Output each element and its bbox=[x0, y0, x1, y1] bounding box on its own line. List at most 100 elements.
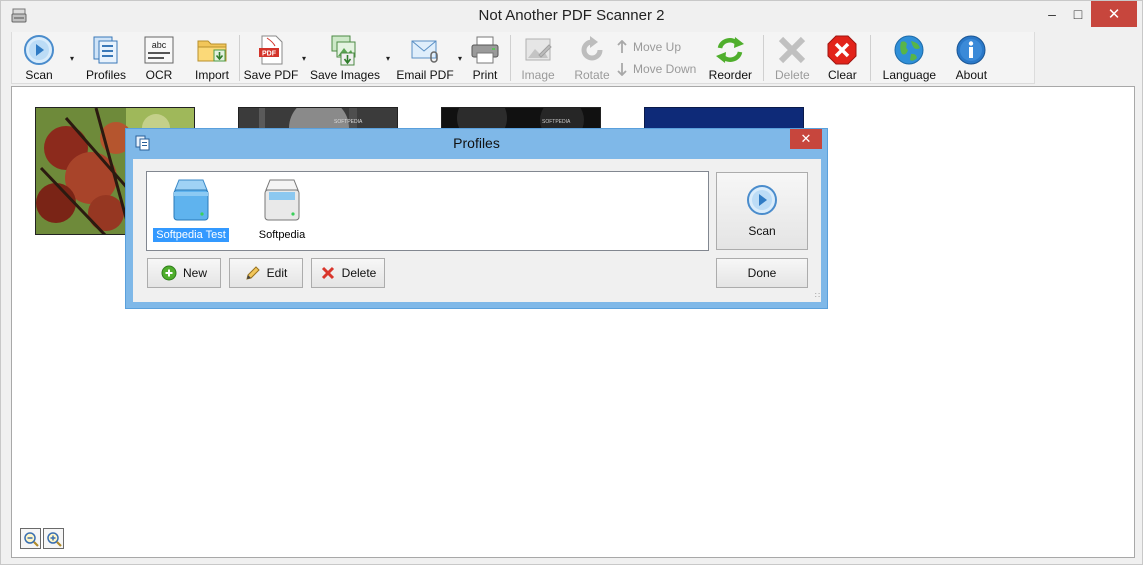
profile-item[interactable]: Softpedia Test bbox=[153, 176, 229, 242]
done-label: Done bbox=[747, 266, 777, 280]
close-button[interactable]: ✕ bbox=[1091, 1, 1137, 27]
language-button[interactable]: Language bbox=[879, 32, 939, 84]
image-label: Image bbox=[521, 68, 555, 82]
profile-label: Softpedia bbox=[258, 229, 306, 241]
save-pdf-dropdown-arrow-icon[interactable]: ▾ bbox=[302, 54, 306, 63]
scan-play-icon bbox=[24, 35, 54, 65]
ocr-icon: abc bbox=[144, 36, 174, 64]
zoom-out-button[interactable] bbox=[20, 528, 41, 549]
arrow-up-icon bbox=[617, 40, 627, 53]
print-button[interactable]: Print bbox=[468, 32, 502, 84]
move-up-label: Move Up bbox=[633, 40, 682, 54]
reorder-label: Reorder bbox=[708, 68, 753, 82]
clear-stop-icon bbox=[827, 35, 857, 65]
maximize-button[interactable]: □ bbox=[1065, 1, 1091, 27]
zoom-out-icon bbox=[23, 531, 39, 547]
move-group: Move Up Move Down bbox=[613, 32, 702, 84]
done-button[interactable]: Done bbox=[716, 258, 808, 288]
dialog-scan-label: Scan bbox=[748, 224, 776, 238]
pencil-icon bbox=[245, 265, 261, 281]
save-pdf-label: Save PDF bbox=[243, 68, 299, 82]
new-label: New bbox=[182, 266, 207, 280]
dialog-close-button[interactable]: ✕ bbox=[790, 129, 822, 149]
about-button[interactable]: About bbox=[949, 32, 993, 84]
delete-button[interactable]: Delete bbox=[773, 32, 811, 84]
thumbnail-watermark: SOFTPEDIA bbox=[334, 119, 363, 125]
email-icon bbox=[411, 40, 438, 63]
delete-label: Delete bbox=[775, 68, 810, 82]
import-button[interactable]: Import bbox=[190, 32, 234, 84]
minimize-button[interactable]: ‒ bbox=[1039, 1, 1065, 27]
move-down-button[interactable]: Move Down bbox=[617, 62, 696, 76]
save-images-button[interactable]: Save Images ▾ bbox=[309, 32, 390, 84]
clear-button[interactable]: Clear bbox=[823, 32, 861, 84]
profiles-icon bbox=[93, 36, 118, 64]
ocr-icon-text: abc bbox=[152, 40, 167, 50]
profile-item[interactable]: Softpedia bbox=[244, 176, 320, 242]
add-icon bbox=[161, 265, 177, 281]
arrow-down-icon bbox=[617, 63, 627, 76]
scan-play-icon bbox=[747, 185, 777, 215]
toolbar: Scan ▾ Profiles abc OCR Import PDF Save … bbox=[11, 32, 1035, 84]
email-pdf-label: Email PDF bbox=[396, 68, 454, 82]
image-button[interactable]: Image bbox=[516, 32, 560, 84]
info-icon bbox=[956, 35, 986, 65]
profile-label: Softpedia Test bbox=[153, 228, 229, 242]
resize-grip[interactable]: ∷ bbox=[815, 291, 820, 300]
print-label: Print bbox=[472, 68, 498, 82]
delete-profile-button[interactable]: Delete bbox=[311, 258, 385, 288]
reorder-button[interactable]: Reorder bbox=[706, 32, 754, 84]
reorder-arrows-icon bbox=[716, 37, 745, 63]
new-profile-button[interactable]: New bbox=[147, 258, 221, 288]
dialog-body: Softpedia Test Softpedia Scan New Edit D… bbox=[133, 159, 821, 302]
language-label: Language bbox=[882, 68, 937, 82]
zoom-in-icon bbox=[46, 531, 62, 547]
profiles-button[interactable]: Profiles bbox=[84, 32, 128, 84]
printer-icon bbox=[471, 36, 499, 64]
ocr-label: OCR bbox=[145, 68, 173, 82]
edit-profile-button[interactable]: Edit bbox=[229, 258, 303, 288]
scan-button[interactable]: Scan ▾ bbox=[12, 32, 74, 84]
pdf-file-icon: PDF bbox=[259, 35, 283, 65]
about-label: About bbox=[955, 68, 988, 82]
clear-label: Clear bbox=[828, 68, 857, 82]
ocr-button[interactable]: abc OCR bbox=[137, 32, 181, 84]
delete-x-icon bbox=[779, 36, 806, 64]
zoom-in-button[interactable] bbox=[43, 528, 64, 549]
toolbar-separator bbox=[763, 35, 765, 81]
title-bar: Not Another PDF Scanner 2 ‒ □ ✕ bbox=[1, 1, 1142, 31]
globe-icon bbox=[894, 35, 924, 65]
save-images-label: Save Images bbox=[309, 68, 381, 82]
move-down-label: Move Down bbox=[633, 62, 697, 76]
import-label: Import bbox=[194, 68, 229, 82]
profile-list[interactable]: Softpedia Test Softpedia bbox=[146, 171, 709, 251]
save-images-dropdown-arrow-icon[interactable]: ▾ bbox=[386, 54, 390, 63]
app-window: Not Another PDF Scanner 2 ‒ □ ✕ Scan ▾ P bbox=[0, 0, 1143, 565]
toolbar-separator bbox=[870, 35, 872, 81]
folder-import-icon bbox=[197, 40, 227, 62]
rotate-button[interactable]: Rotate bbox=[571, 32, 613, 84]
thumbnail-watermark: SOFTPEDIA bbox=[542, 119, 571, 125]
rotate-icon bbox=[581, 36, 603, 61]
toolbar-separator bbox=[510, 35, 511, 81]
scan-label: Scan bbox=[25, 68, 53, 82]
toolbar-separator bbox=[239, 35, 240, 81]
dialog-scan-button[interactable]: Scan bbox=[716, 172, 808, 250]
email-pdf-button[interactable]: Email PDF ▾ bbox=[396, 32, 462, 84]
dialog-title: Profiles bbox=[453, 135, 500, 151]
move-up-button[interactable]: Move Up bbox=[617, 40, 696, 54]
email-pdf-dropdown-arrow-icon[interactable]: ▾ bbox=[458, 54, 462, 63]
delete-profile-label: Delete bbox=[341, 266, 377, 280]
image-edit-icon bbox=[525, 38, 552, 61]
scanner-icon-selected bbox=[173, 179, 209, 221]
pdf-icon-text: PDF bbox=[262, 51, 277, 58]
delete-x-icon bbox=[320, 265, 336, 281]
scan-dropdown-arrow-icon[interactable]: ▾ bbox=[70, 54, 74, 63]
edit-label: Edit bbox=[266, 266, 288, 280]
save-pdf-button[interactable]: PDF Save PDF ▾ bbox=[243, 32, 306, 84]
zoom-controls bbox=[20, 528, 64, 549]
rotate-label: Rotate bbox=[574, 68, 610, 82]
profiles-dialog: Profiles ✕ Softpedia Test Softpedia Scan… bbox=[125, 128, 828, 309]
window-title: Not Another PDF Scanner 2 bbox=[478, 7, 665, 24]
scanner-icon bbox=[264, 179, 300, 221]
